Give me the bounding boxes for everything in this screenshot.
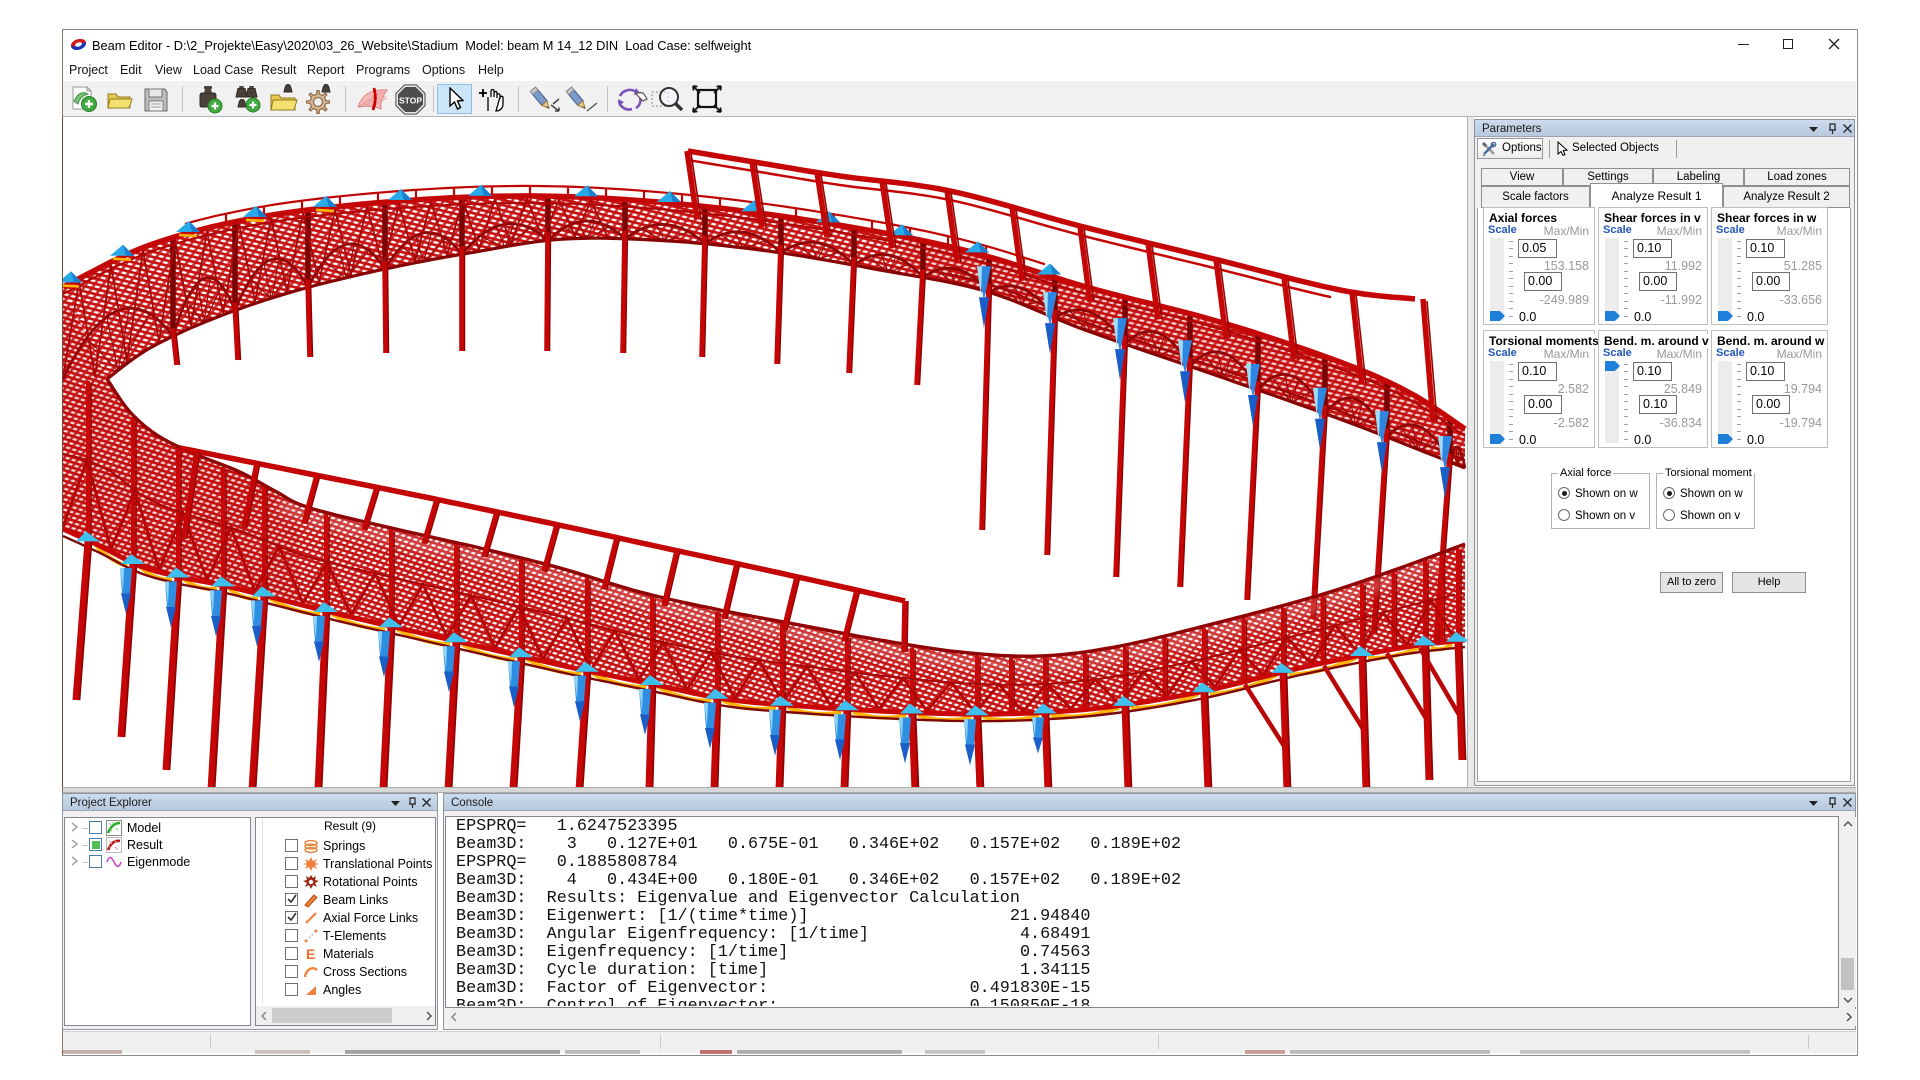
- svg-text:E: E: [306, 946, 315, 962]
- svg-text:STOP: STOP: [399, 96, 422, 106]
